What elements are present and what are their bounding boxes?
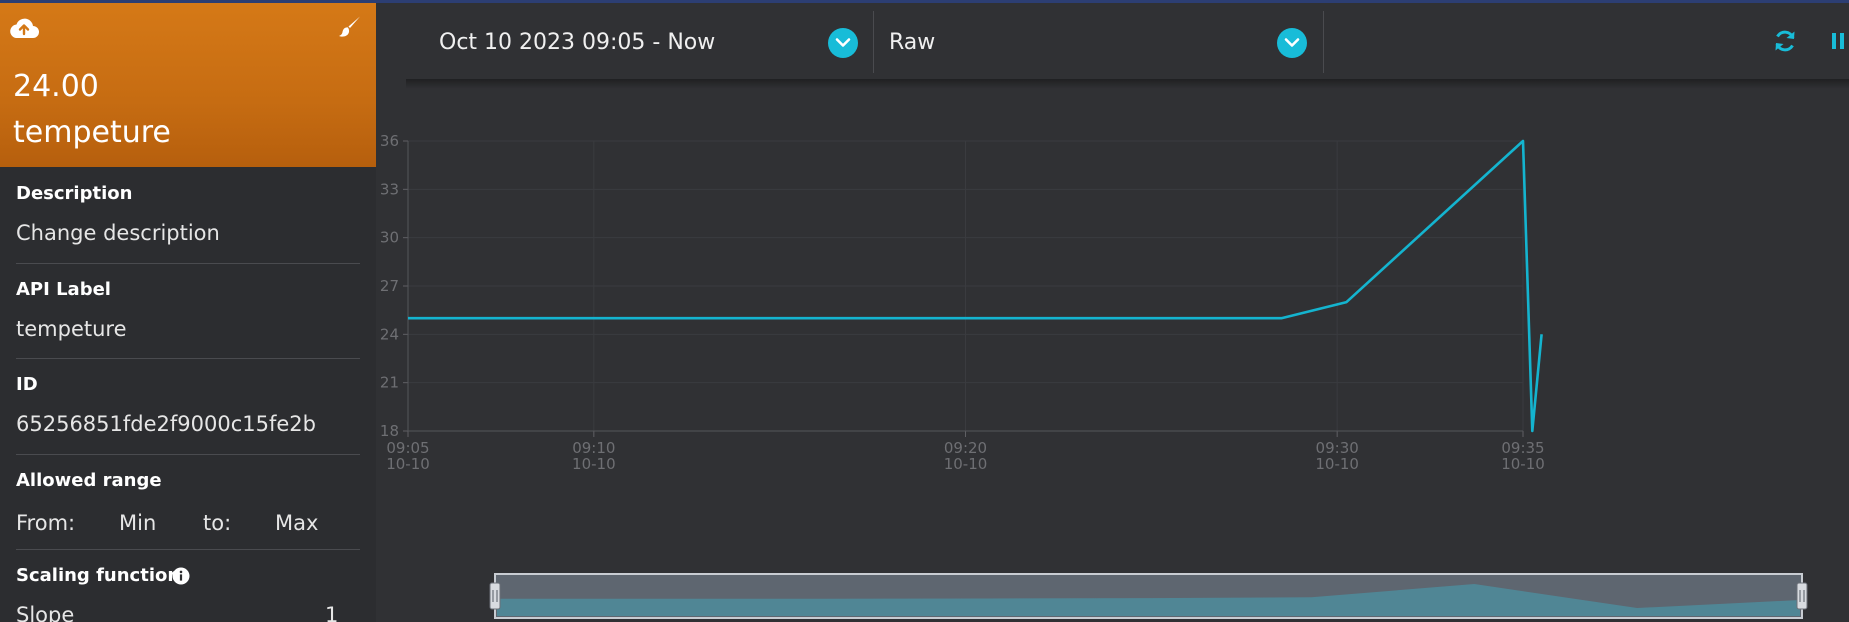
range-to-label: to: [203, 511, 232, 535]
scaling-function-label: Scaling function [16, 565, 181, 586]
divider [16, 263, 360, 264]
refresh-icon[interactable] [1772, 28, 1798, 58]
y-tick-label: 33 [380, 180, 399, 198]
range-from-label: From: [16, 511, 76, 535]
y-tick-label: 21 [380, 374, 399, 392]
allowed-range-label: Allowed range [16, 470, 162, 491]
chart-navigator[interactable] [489, 573, 1808, 619]
chart-toolbar: Oct 10 2023 09:05 - Now Raw [376, 3, 1849, 79]
info-icon[interactable] [172, 567, 190, 589]
date-range-value[interactable]: Oct 10 2023 09:05 - Now [439, 30, 715, 55]
sensor-value: 24.00 [13, 69, 99, 104]
chevron-down-icon [835, 38, 851, 47]
api-label-label: API Label [16, 279, 111, 300]
y-tick-label: 18 [380, 422, 399, 440]
toolbar-separator [873, 11, 874, 73]
x-tick-label-date: 10-10 [1501, 455, 1545, 473]
resolution-dropdown-button[interactable] [1277, 28, 1307, 58]
pause-icon[interactable] [1831, 32, 1845, 54]
description-value[interactable]: Change description [16, 221, 220, 245]
x-tick-label-date: 10-10 [386, 455, 430, 473]
y-tick-label: 24 [380, 325, 399, 343]
id-label: ID [16, 374, 38, 395]
x-tick-label-date: 10-10 [1315, 455, 1359, 473]
range-min-value[interactable]: Min [119, 511, 156, 535]
y-tick-label: 27 [380, 277, 399, 295]
x-tick-label-date: 10-10 [572, 455, 616, 473]
sensor-card: 24.00 tempeture [0, 3, 376, 167]
date-range-dropdown-button[interactable] [828, 28, 858, 58]
navigator-right-handle[interactable] [1796, 582, 1808, 610]
resolution-value[interactable]: Raw [889, 30, 935, 55]
cloud-upload-icon[interactable] [8, 16, 40, 44]
divider [16, 454, 360, 455]
chevron-down-icon [1284, 38, 1300, 47]
chart-axes [403, 140, 1524, 437]
description-label: Description [16, 183, 133, 204]
chart-tick-labels: 1821242730333609:0510-1009:1010-1009:201… [380, 132, 1545, 473]
sensor-name: tempeture [13, 115, 171, 150]
navigator-left-handle[interactable] [489, 582, 501, 610]
api-label-value[interactable]: tempeture [16, 317, 127, 341]
divider [16, 549, 360, 550]
id-value: 65256851fde2f9000c15fe2b [16, 412, 316, 436]
sensor-line-chart[interactable]: 1821242730333609:0510-1009:1010-1009:201… [376, 120, 1849, 622]
y-tick-label: 36 [380, 132, 399, 150]
toolbar-separator [1323, 11, 1324, 73]
paintbrush-icon[interactable] [338, 15, 362, 43]
y-tick-label: 30 [380, 229, 399, 247]
divider [16, 358, 360, 359]
slope-label: Slope [16, 603, 75, 622]
toolbar-shadow [406, 79, 1849, 89]
sensor-sidebar: 24.00 tempeture Description Change descr… [0, 3, 376, 622]
x-tick-label-date: 10-10 [944, 455, 988, 473]
chart-grid [407, 140, 1524, 432]
slope-value[interactable]: 1 [325, 603, 338, 622]
range-max-value[interactable]: Max [275, 511, 318, 535]
